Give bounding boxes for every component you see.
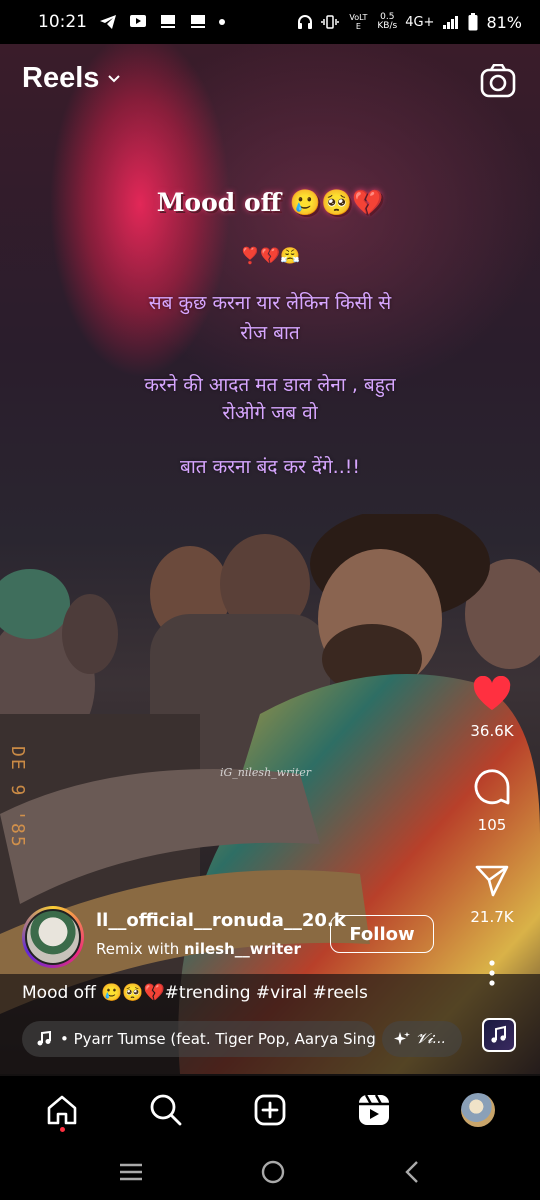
nav-profile[interactable] <box>454 1086 502 1134</box>
post-caption[interactable]: Mood off 🥲🥺💔#trending #viral #reels <box>22 983 368 1003</box>
plus-square-icon[interactable] <box>253 1093 287 1127</box>
heart-icon[interactable] <box>472 675 512 712</box>
comment-count: 105 <box>477 816 507 834</box>
data-rate: 0.5 KB/s <box>377 13 397 31</box>
news-app-icon <box>161 15 175 28</box>
comment-icon[interactable] <box>473 768 511 806</box>
nav-create[interactable] <box>246 1086 294 1134</box>
home-notification-dot <box>59 1127 65 1132</box>
back-icon[interactable] <box>402 1159 422 1185</box>
data-rate-unit: KB/s <box>377 21 398 31</box>
volte-label: VoLTE <box>349 13 368 31</box>
nav-home[interactable] <box>38 1086 86 1134</box>
signal-icon <box>443 16 459 29</box>
send-icon[interactable] <box>474 862 510 898</box>
comment-action[interactable]: 105 <box>464 768 520 834</box>
overlay-line-4: रोओगे जब वो <box>222 402 318 424</box>
like-action[interactable]: 36.6K <box>464 675 520 740</box>
audio-track-title: • Pyarr Tumse (feat. Tiger Pop, Aarya Si… <box>60 1030 376 1048</box>
music-app-icon <box>491 1025 506 1043</box>
page-title[interactable]: Reels <box>22 62 99 95</box>
follow-button[interactable]: Follow <box>330 915 434 953</box>
profile-avatar[interactable] <box>461 1093 495 1127</box>
news-app-icon-2 <box>191 15 205 28</box>
overlay-line-2: रोज बात <box>240 322 300 344</box>
effect-pill[interactable]: 𝓥𝓲... <box>382 1021 462 1057</box>
overlay-line-3: करने की आदत मत डाल लेना , बहुत <box>144 374 396 396</box>
recent-apps-icon[interactable] <box>118 1162 144 1182</box>
vibrate-icon <box>321 15 340 29</box>
system-navigation <box>0 1144 540 1200</box>
video-watermark: iG_nilesh_writer <box>220 766 312 779</box>
status-bar: 10:21 VoLTE 0.5 KB/s 4G+ 81% <box>0 0 540 44</box>
overlay-emoji-line: ❣️💔😤 <box>240 246 300 265</box>
remix-user[interactable]: nilesh__writer <box>184 940 301 958</box>
audio-track-pill[interactable]: • Pyarr Tumse (feat. Tiger Pop, Aarya Si… <box>22 1021 376 1057</box>
chevron-down-icon[interactable] <box>107 74 121 84</box>
share-action[interactable]: 21.7K <box>464 862 520 926</box>
effect-name: 𝓥𝓲... <box>416 1031 447 1047</box>
nav-reels[interactable] <box>350 1086 398 1134</box>
home-icon[interactable] <box>45 1093 79 1127</box>
headphones-icon <box>298 15 313 29</box>
search-icon[interactable] <box>149 1093 183 1127</box>
remix-credit[interactable]: Remix with nilesh__writer <box>96 940 301 958</box>
telegram-icon <box>100 15 116 29</box>
like-count: 36.6K <box>470 722 514 740</box>
remix-prefix: Remix with <box>96 940 184 958</box>
bottom-navigation <box>0 1076 540 1144</box>
music-note-icon <box>37 1031 51 1046</box>
author-username[interactable]: ll__official__ronuda__20.k <box>96 910 346 931</box>
status-time: 10:21 <box>38 12 87 32</box>
more-vertical-icon[interactable] <box>487 960 497 986</box>
battery-icon <box>468 13 478 31</box>
reels-icon[interactable] <box>357 1093 391 1127</box>
reels-header[interactable]: Reels <box>22 62 121 95</box>
overlay-line-5: बात करना बंद कर देंगे..!! <box>180 456 360 478</box>
home-button-icon[interactable] <box>260 1159 286 1185</box>
audio-thumbnail[interactable] <box>482 1018 516 1052</box>
notification-dot-icon <box>219 19 225 25</box>
tv-icon <box>130 15 146 27</box>
overlay-line-1: सब कुछ करना यार लेकिन किसी से <box>148 292 392 314</box>
more-options[interactable] <box>464 960 520 990</box>
network-label: 4G+ <box>405 14 435 30</box>
nav-search[interactable] <box>142 1086 190 1134</box>
share-count: 21.7K <box>470 908 514 926</box>
author-avatar-image <box>25 909 81 965</box>
battery-percent: 81% <box>486 12 522 32</box>
video-date-stamp: DE 9 '85 <box>7 746 28 849</box>
camera-icon[interactable] <box>480 64 516 98</box>
overlay-title: Mood off 🥲🥺💔 <box>156 188 384 217</box>
author-avatar[interactable] <box>22 906 84 968</box>
sparkle-icon <box>394 1032 410 1045</box>
